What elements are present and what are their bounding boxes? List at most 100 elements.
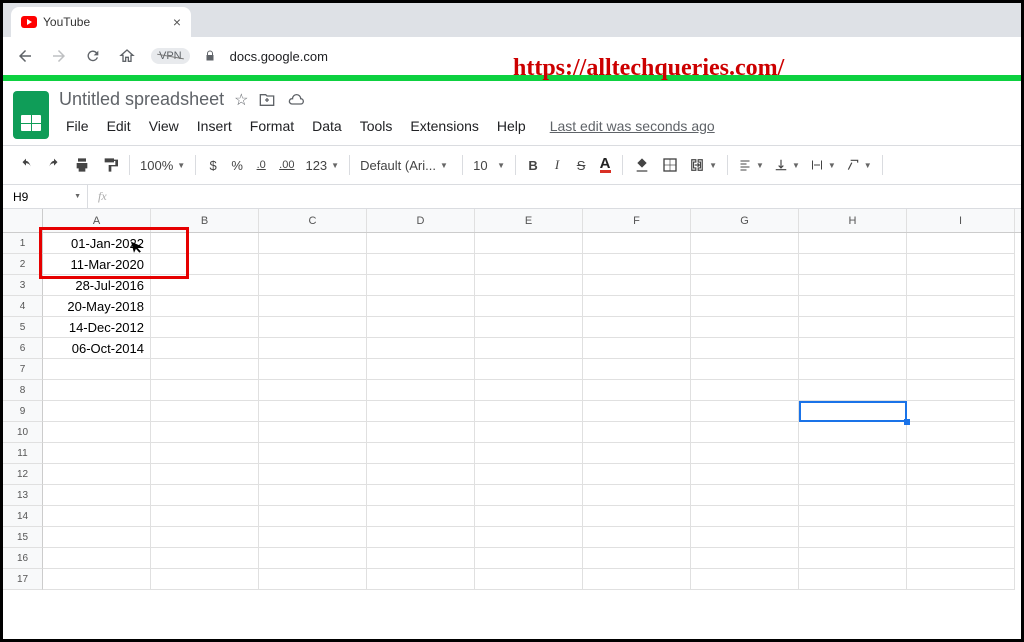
row-header[interactable]: 11 xyxy=(3,443,43,464)
cell[interactable] xyxy=(799,527,907,548)
cell[interactable] xyxy=(475,569,583,590)
cell[interactable] xyxy=(367,485,475,506)
cell[interactable] xyxy=(799,317,907,338)
cell[interactable] xyxy=(475,275,583,296)
close-tab-icon[interactable]: × xyxy=(173,14,181,30)
move-icon[interactable] xyxy=(258,92,276,108)
cell[interactable] xyxy=(583,296,691,317)
cell[interactable] xyxy=(475,464,583,485)
cell[interactable] xyxy=(799,443,907,464)
row-header[interactable]: 7 xyxy=(3,359,43,380)
cell[interactable] xyxy=(43,464,151,485)
row-header[interactable]: 6 xyxy=(3,338,43,359)
cell[interactable] xyxy=(583,275,691,296)
cell[interactable] xyxy=(475,296,583,317)
cell[interactable] xyxy=(691,317,799,338)
cell[interactable] xyxy=(367,296,475,317)
cell[interactable] xyxy=(259,464,367,485)
cell[interactable] xyxy=(367,506,475,527)
back-button[interactable] xyxy=(15,47,35,65)
doc-title[interactable]: Untitled spreadsheet xyxy=(59,89,224,110)
cell[interactable] xyxy=(691,485,799,506)
cell[interactable] xyxy=(259,569,367,590)
cell[interactable] xyxy=(43,359,151,380)
cell[interactable] xyxy=(43,380,151,401)
cell[interactable] xyxy=(583,548,691,569)
cell[interactable] xyxy=(259,275,367,296)
menu-help[interactable]: Help xyxy=(490,114,533,138)
cell[interactable] xyxy=(151,422,259,443)
cell[interactable] xyxy=(151,338,259,359)
cell[interactable] xyxy=(907,527,1015,548)
cell[interactable] xyxy=(259,359,367,380)
cell[interactable] xyxy=(691,443,799,464)
cell[interactable] xyxy=(691,254,799,275)
cell[interactable] xyxy=(151,275,259,296)
col-header-e[interactable]: E xyxy=(475,209,583,232)
cell[interactable] xyxy=(691,275,799,296)
sheets-logo[interactable] xyxy=(13,91,49,139)
cell[interactable] xyxy=(151,233,259,254)
cell[interactable] xyxy=(259,548,367,569)
col-header-f[interactable]: F xyxy=(583,209,691,232)
cell[interactable] xyxy=(691,380,799,401)
cell[interactable] xyxy=(259,506,367,527)
row-header[interactable]: 14 xyxy=(3,506,43,527)
cell[interactable] xyxy=(799,275,907,296)
formula-input[interactable] xyxy=(117,185,1021,208)
row-header[interactable]: 3 xyxy=(3,275,43,296)
decrease-decimal-button[interactable]: .0 xyxy=(250,152,272,178)
cell[interactable] xyxy=(151,380,259,401)
cell[interactable] xyxy=(259,338,367,359)
borders-button[interactable] xyxy=(657,152,683,178)
menu-file[interactable]: File xyxy=(59,114,96,138)
cell[interactable] xyxy=(475,254,583,275)
cell[interactable] xyxy=(367,401,475,422)
browser-tab[interactable]: YouTube × xyxy=(11,7,191,37)
cell[interactable] xyxy=(43,485,151,506)
cell[interactable] xyxy=(691,464,799,485)
cell[interactable] xyxy=(691,359,799,380)
cell[interactable] xyxy=(799,338,907,359)
cell[interactable] xyxy=(367,233,475,254)
last-edit-link[interactable]: Last edit was seconds ago xyxy=(543,114,722,138)
cell[interactable] xyxy=(475,317,583,338)
url-text[interactable]: docs.google.com xyxy=(230,49,328,64)
italic-button[interactable]: I xyxy=(546,152,568,178)
cell[interactable] xyxy=(907,275,1015,296)
reload-button[interactable] xyxy=(83,48,103,64)
cell[interactable]: 14-Dec-2012 xyxy=(43,317,151,338)
cell[interactable] xyxy=(583,506,691,527)
cloud-icon[interactable] xyxy=(286,92,306,108)
row-header[interactable]: 5 xyxy=(3,317,43,338)
row-header[interactable]: 17 xyxy=(3,569,43,590)
cell[interactable] xyxy=(907,548,1015,569)
cell[interactable] xyxy=(367,317,475,338)
menu-insert[interactable]: Insert xyxy=(190,114,239,138)
text-color-button[interactable]: A xyxy=(594,152,616,178)
row-header[interactable]: 4 xyxy=(3,296,43,317)
spreadsheet-grid[interactable]: A B C D E F G H I 101-Jan-2022211-Mar-20… xyxy=(3,209,1021,590)
cell[interactable] xyxy=(151,359,259,380)
cell[interactable] xyxy=(367,254,475,275)
cell[interactable]: 28-Jul-2016 xyxy=(43,275,151,296)
home-button[interactable] xyxy=(117,48,137,64)
cell[interactable] xyxy=(367,569,475,590)
cell[interactable] xyxy=(151,569,259,590)
zoom-select[interactable]: 100%▼ xyxy=(136,158,189,173)
cell[interactable] xyxy=(907,506,1015,527)
cell[interactable] xyxy=(259,443,367,464)
cell[interactable] xyxy=(151,401,259,422)
menu-format[interactable]: Format xyxy=(243,114,301,138)
cell[interactable] xyxy=(583,527,691,548)
font-size-select[interactable]: 10▼ xyxy=(469,158,509,173)
cell[interactable] xyxy=(907,338,1015,359)
font-select[interactable]: Default (Ari...▼ xyxy=(356,158,456,173)
redo-button[interactable] xyxy=(41,152,67,178)
cell[interactable] xyxy=(691,233,799,254)
cell[interactable] xyxy=(907,485,1015,506)
cell[interactable] xyxy=(907,443,1015,464)
cell[interactable] xyxy=(151,485,259,506)
cell[interactable] xyxy=(367,380,475,401)
increase-decimal-button[interactable]: .00 xyxy=(274,152,299,178)
